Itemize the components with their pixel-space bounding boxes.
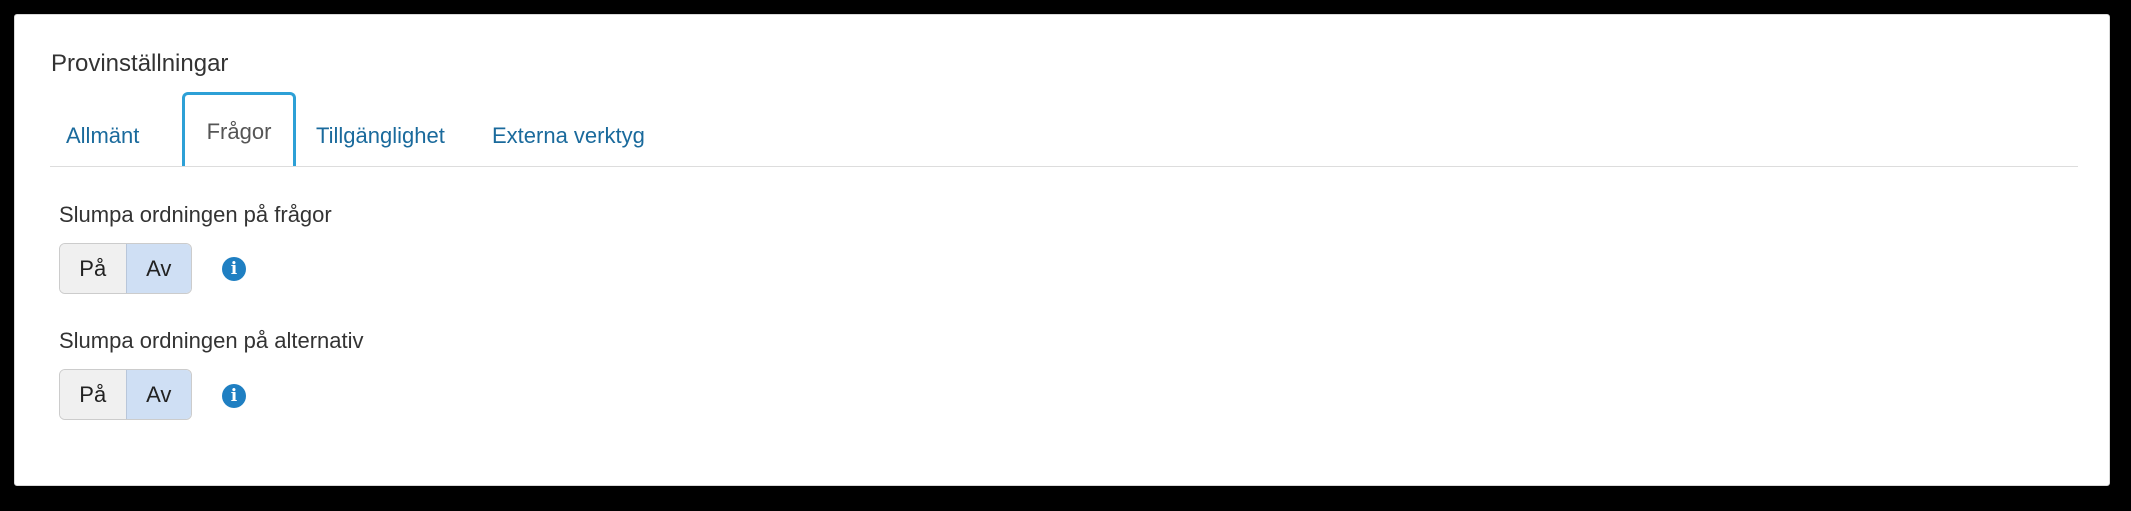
shuffle-alternatives-label: Slumpa ordningen på alternativ [59,328,364,353]
info-circle-icon[interactable]: i [222,384,246,408]
tab-questions[interactable]: Frågor [182,92,296,166]
shuffle-alternatives-off-button[interactable]: Av [125,370,191,419]
shuffle-alternatives-toggle: På Av [59,369,192,420]
shuffle-questions-on-button[interactable]: På [60,244,126,293]
tab-general[interactable]: Allmänt [66,105,139,166]
settings-panel: Provinställningar Allmänt Frågor Tillgän… [14,14,2110,486]
shuffle-questions-toggle: På Av [59,243,192,294]
tab-accessibility[interactable]: Tillgänglighet [316,105,445,166]
page-title: Provinställningar [51,50,229,77]
tab-bar: Allmänt Frågor Tillgänglighet Externa ve… [50,92,2078,167]
shuffle-questions-label: Slumpa ordningen på frågor [59,202,332,227]
info-circle-icon[interactable]: i [222,257,246,281]
shuffle-alternatives-on-button[interactable]: På [60,370,126,419]
shuffle-questions-off-button[interactable]: Av [125,244,191,293]
tab-external-tools[interactable]: Externa verktyg [492,105,645,166]
